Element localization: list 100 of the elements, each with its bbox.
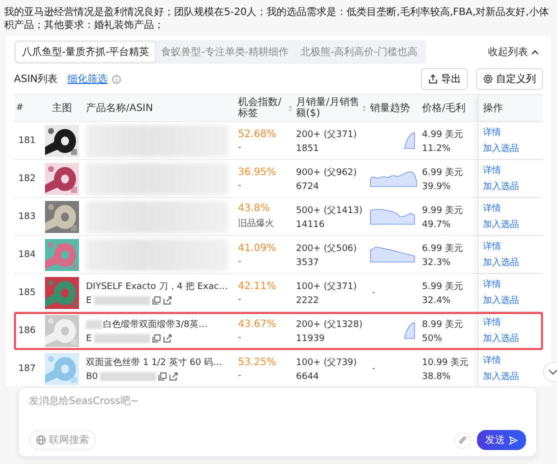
table-row[interactable]: 181 52.68% - 200+ (父371) 1851 4.99 美元 11.2% 详情 加入选品 [14,122,543,160]
details-link[interactable]: 详情 [483,278,541,291]
details-link[interactable]: 详情 [483,164,541,177]
send-icon [509,436,518,444]
price-text: 6.99 美元 [422,242,464,254]
price-text: 10.99 美元 [422,356,470,368]
column-header: 产品名称/ASIN [86,102,153,115]
column-header: 销量趋势 [370,102,410,115]
table-row[interactable]: 184 41.09% - 200+ (父506) 3537 6.99 美元 32.3% 详情 加入选品 [14,236,543,274]
margin-text: 39.9% [422,182,452,192]
settings-icon [483,74,493,84]
column-header: 机会指数/标签 [238,97,282,119]
monthly-revenue: 2222 [296,296,320,306]
monthly-revenue: 14116 [296,220,326,230]
details-link[interactable]: 详情 [483,126,541,139]
add-to-selection-link[interactable]: 加入选品 [483,370,541,383]
monthly-revenue: 11939 [296,334,326,344]
column-header: 主图 [52,102,72,115]
blurred-text [94,334,150,343]
add-to-selection-link[interactable]: 加入选品 [483,218,541,231]
monthly-sales: 900+ (父962) [296,166,358,178]
monthly-sales: 200+ (父506) [296,242,358,254]
details-link[interactable]: 详情 [483,354,541,367]
margin-text: 11.2% [422,144,452,154]
tag-text: - [238,180,242,190]
product-name: 双面蓝色丝带 1 1/2 英寸 60 码… [86,356,222,368]
collapse-list-button[interactable]: 收起列表 [484,45,543,59]
highlighted-row[interactable]: 186 白色缎带双面缎带3/8英… E 43.67% - 200+ (父1328) 11939 8.99 美元 50% 详情 加入选品 [14,312,543,350]
tag-text: - [238,370,242,380]
attach-button[interactable] [454,432,471,448]
table-row[interactable]: 185 DIYSELF Exacto 刀，4 把 Exac… E 42.11% - 100+ (父371) 2222 - 5.99 美元 32.4% 详情 加入选品 [14,274,543,312]
tag-text: - [238,142,242,152]
trend-text: - [371,288,376,298]
column-header: 月销量/月销售额($) [296,97,360,119]
table-row[interactable]: 182 36.95% - 900+ (父962) 6724 6.99 美元 39.9% 详情 加入选品 [14,160,543,198]
info-icon [112,74,121,84]
details-link[interactable]: 详情 [483,240,541,253]
share-icon[interactable] [162,296,172,305]
opportunity-score: 43.67% [238,318,278,330]
opportunity-score: 52.68% [238,128,278,140]
monthly-sales: 100+ (父739) [296,356,358,368]
tag-text: - [238,332,242,342]
add-to-selection-link[interactable]: 加入选品 [483,180,541,193]
row-number: 186 [18,326,36,336]
details-link[interactable]: 详情 [483,316,541,329]
monthly-sales: 200+ (父371) [296,128,358,140]
strategy-tab[interactable]: 八爪鱼型-量质齐抓-平台精英 [16,42,156,62]
margin-text: 32.4% [422,296,452,306]
margin-text: 32.3% [422,258,452,268]
customize-columns-button[interactable]: 自定义列 [476,68,543,90]
message-input[interactable]: 发消息给SeasCross吧~ [29,394,526,409]
share-icon[interactable] [168,372,178,381]
strategy-tab[interactable]: 北极熊-高利高价-门槛也高 [294,42,424,62]
add-to-selection-link[interactable]: 加入选品 [483,332,541,345]
monthly-revenue: 1851 [296,144,320,154]
monthly-sales: 200+ (父1328) [296,318,364,330]
export-icon [428,74,438,84]
globe-icon [36,435,46,445]
opportunity-score: 36.95% [238,166,278,178]
blurred-text [100,372,156,381]
copy-icon[interactable] [158,372,167,381]
margin-text: 49.7% [422,220,452,230]
tag-text: - [238,256,242,266]
share-icon[interactable] [162,334,172,343]
sparkline-chart [404,132,415,149]
column-header: 价格/毛利 [422,102,466,115]
paperclip-icon [458,435,467,445]
copy-icon[interactable] [152,296,161,305]
details-link[interactable]: 详情 [483,202,541,215]
web-search-toggle[interactable]: 联网搜索 [29,430,96,450]
price-text: 5.99 美元 [422,280,464,292]
strategy-tab[interactable]: 食蚁兽型-专注单类-精耕细作 [155,42,294,62]
price-text: 8.99 美元 [422,318,464,330]
copy-icon[interactable] [152,334,161,343]
send-button[interactable]: 发送 [477,430,526,450]
export-button[interactable]: 导出 [421,68,468,90]
sparkline-chart [370,170,417,187]
product-name: 白色缎带双面缎带3/8英… [103,318,208,330]
tag-text: - [238,294,242,304]
refine-filter-link[interactable]: 细化筛选 [68,72,108,86]
table-row[interactable]: 183 43.8% 旧品爆火 500+ (父1413) 14116 9.99 美元 49.7% 详情 加入选品 [14,198,543,236]
opportunity-score: 42.11% [238,280,278,292]
sparkline-chart [370,208,415,225]
price-text: 6.99 美元 [422,166,464,178]
blurred-text [94,296,150,305]
sparkline-chart [370,246,415,263]
add-to-selection-link[interactable]: 加入选品 [483,294,541,307]
monthly-revenue: 6724 [296,182,320,192]
monthly-sales: 100+ (父371) [296,280,358,292]
add-to-selection-link[interactable]: 加入选品 [483,142,541,155]
product-name: DIYSELF Exacto 刀，4 把 Exac… [86,280,228,292]
margin-text: 38.8% [422,372,452,382]
column-header: 操作 [483,102,503,115]
trend-text: - [371,364,376,374]
sparkline-chart [404,322,415,339]
margin-text: 50% [422,334,444,344]
add-to-selection-link[interactable]: 加入选品 [483,256,541,269]
price-text: 9.99 美元 [422,204,464,216]
price-text: 4.99 美元 [422,128,464,140]
opportunity-score: 41.09% [238,242,278,254]
